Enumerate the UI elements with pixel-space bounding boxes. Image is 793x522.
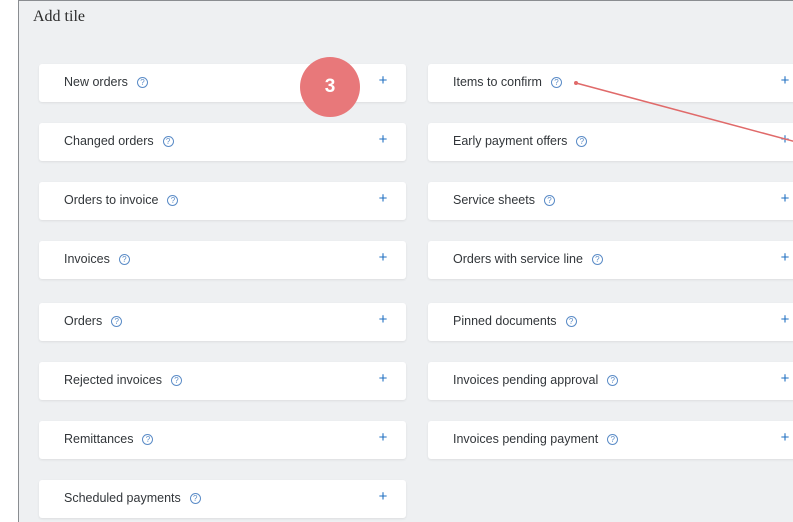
help-icon[interactable]: ? xyxy=(607,434,619,445)
tile-label: Scheduled payments? xyxy=(64,491,201,505)
plus-icon[interactable]: + xyxy=(375,190,391,208)
help-icon[interactable]: ? xyxy=(111,316,123,327)
plus-icon[interactable]: + xyxy=(777,311,793,329)
help-icon[interactable]: ? xyxy=(565,316,577,327)
tile-invoices-pending-payment[interactable]: Invoices pending payment? + xyxy=(428,421,793,459)
plus-icon[interactable]: + xyxy=(375,429,391,447)
tile-orders-to-invoice[interactable]: Orders to invoice? + xyxy=(39,182,406,220)
tile-label: Changed orders? xyxy=(64,134,174,148)
tile-label: Orders to invoice? xyxy=(64,193,179,207)
tile-label: Items to confirm? xyxy=(453,75,562,89)
help-icon[interactable]: ? xyxy=(607,375,619,386)
step-number-badge: 3 xyxy=(300,57,360,117)
panel-title: Add tile xyxy=(33,8,85,25)
plus-icon[interactable]: + xyxy=(777,72,793,90)
tile-rejected-invoices[interactable]: Rejected invoices? + xyxy=(39,362,406,400)
help-icon[interactable]: ? xyxy=(550,77,562,88)
tile-service-sheets[interactable]: Service sheets? + xyxy=(428,182,793,220)
help-icon[interactable]: ? xyxy=(543,195,555,206)
tile-label: Early payment offers? xyxy=(453,134,588,148)
plus-icon[interactable]: + xyxy=(375,488,391,506)
tile-invoices[interactable]: Invoices? + xyxy=(39,241,406,279)
tile-label: Invoices? xyxy=(64,252,130,266)
plus-icon[interactable]: + xyxy=(375,131,391,149)
tile-label: Rejected invoices? xyxy=(64,373,182,387)
plus-icon[interactable]: + xyxy=(777,370,793,388)
plus-icon[interactable]: + xyxy=(777,190,793,208)
plus-icon[interactable]: + xyxy=(777,429,793,447)
add-tile-panel: Add tile New orders? + Changed orders? +… xyxy=(18,0,793,522)
tile-label: Remittances? xyxy=(64,432,154,446)
tile-orders[interactable]: Orders? + xyxy=(39,303,406,341)
plus-icon[interactable]: + xyxy=(375,249,391,267)
tile-label: Invoices pending payment? xyxy=(453,432,619,446)
tile-label: Invoices pending approval? xyxy=(453,373,619,387)
plus-icon[interactable]: + xyxy=(375,311,391,329)
tile-label: Orders with service line? xyxy=(453,252,603,266)
help-icon[interactable]: ? xyxy=(189,493,201,504)
help-icon[interactable]: ? xyxy=(142,434,154,445)
tile-invoices-pending-approval[interactable]: Invoices pending approval? + xyxy=(428,362,793,400)
plus-icon[interactable]: + xyxy=(375,370,391,388)
tile-label: Orders? xyxy=(64,314,123,328)
tile-orders-with-service-line[interactable]: Orders with service line? + xyxy=(428,241,793,279)
plus-icon[interactable]: + xyxy=(777,131,793,149)
tile-remittances[interactable]: Remittances? + xyxy=(39,421,406,459)
tile-label: Service sheets? xyxy=(453,193,555,207)
tile-items-to-confirm[interactable]: Items to confirm? + xyxy=(428,64,793,102)
tile-changed-orders[interactable]: Changed orders? + xyxy=(39,123,406,161)
help-icon[interactable]: ? xyxy=(170,375,182,386)
tile-pinned-documents[interactable]: Pinned documents? + xyxy=(428,303,793,341)
help-icon[interactable]: ? xyxy=(162,136,174,147)
help-icon[interactable]: ? xyxy=(136,77,148,88)
plus-icon[interactable]: + xyxy=(777,249,793,267)
help-icon[interactable]: ? xyxy=(118,254,130,265)
tile-label: Pinned documents? xyxy=(453,314,577,328)
help-icon[interactable]: ? xyxy=(591,254,603,265)
tile-scheduled-payments[interactable]: Scheduled payments? + xyxy=(39,480,406,518)
help-icon[interactable]: ? xyxy=(167,195,179,206)
help-icon[interactable]: ? xyxy=(576,136,588,147)
tile-early-payment-offers[interactable]: Early payment offers? + xyxy=(428,123,793,161)
tile-label: New orders? xyxy=(64,75,148,89)
plus-icon[interactable]: + xyxy=(375,72,391,90)
